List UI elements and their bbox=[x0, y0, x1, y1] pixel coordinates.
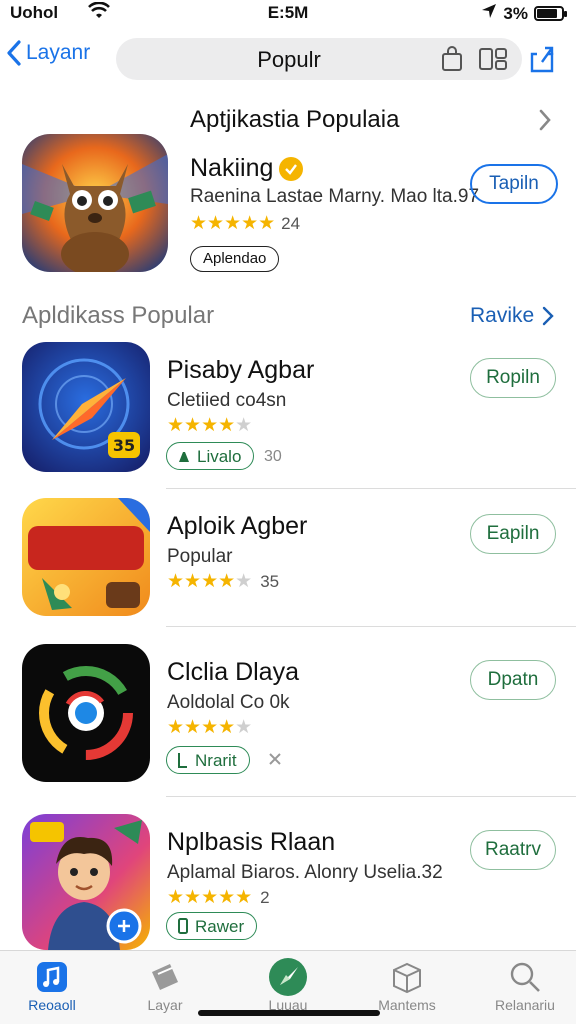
star-rating: ★★★★★ bbox=[190, 213, 276, 234]
featured-get-button[interactable]: Tapiln bbox=[470, 164, 558, 204]
grid-icon[interactable] bbox=[478, 46, 508, 77]
app-tag[interactable]: Rawer bbox=[166, 912, 258, 940]
app-rating: ★★★★★ bbox=[167, 414, 260, 437]
featured-app-subtitle: Raenina Lastae Marny. Mao lta.97 bbox=[190, 186, 480, 207]
app-name: Pisaby Agbar bbox=[167, 356, 315, 384]
chevron-left-icon bbox=[7, 40, 21, 66]
svg-text:35: 35 bbox=[113, 436, 135, 455]
list-item[interactable]: Nplbasis Rlaan Aplamal Biaros. Alonry Us… bbox=[0, 814, 576, 964]
tab-label: Mantems bbox=[378, 997, 436, 1013]
featured-app-name: Nakiing bbox=[190, 154, 274, 182]
sparkle-icon bbox=[268, 752, 282, 771]
back-label: Layanr bbox=[26, 41, 91, 64]
app-rating: ★★★★★ 2 bbox=[167, 886, 270, 909]
app-name: Aploik Agber bbox=[167, 512, 308, 540]
share-button[interactable] bbox=[528, 44, 556, 79]
search-bar[interactable]: Populr bbox=[116, 38, 522, 80]
app-subtitle: Popular bbox=[167, 546, 233, 567]
app-name: Clclia Dlaya bbox=[167, 658, 299, 686]
tablet-icon bbox=[178, 918, 188, 934]
compass-icon bbox=[269, 958, 307, 996]
app-icon[interactable] bbox=[22, 814, 150, 950]
featured-app-card[interactable]: Aptjikastia Populaia Nakiing Raenina Las… bbox=[0, 100, 576, 280]
rating-count: 2 bbox=[260, 887, 270, 907]
app-icon[interactable] bbox=[22, 644, 150, 782]
app-tag-label: Nrarit bbox=[195, 750, 237, 770]
home-indicator bbox=[198, 1010, 380, 1016]
bookmark-icon bbox=[178, 753, 187, 768]
app-subtitle: Cletiied co4sn bbox=[167, 390, 287, 411]
star-rating: ★★★★★ bbox=[167, 415, 253, 436]
get-button[interactable]: Dpatn bbox=[470, 660, 556, 700]
divider bbox=[166, 626, 576, 627]
featured-app-icon[interactable] bbox=[22, 134, 168, 272]
divider bbox=[166, 488, 576, 489]
featured-section-title: Aptjikastia Populaia bbox=[190, 106, 400, 133]
star-rating: ★★★★★ bbox=[167, 717, 253, 738]
divider bbox=[166, 796, 576, 797]
rating-count: 24 bbox=[281, 213, 301, 233]
share-icon bbox=[530, 46, 554, 73]
navigation-bar: Layanr Populr bbox=[0, 30, 576, 92]
tab-label: Layar bbox=[147, 997, 183, 1013]
app-subtitle: Aplamal Biaros. Alonry Uselia.32 bbox=[167, 862, 443, 883]
app-tag-label: Livalo bbox=[197, 446, 242, 466]
verified-badge-icon bbox=[279, 156, 304, 181]
person-icon bbox=[179, 452, 189, 462]
location-arrow-icon bbox=[481, 3, 497, 24]
featured-app-name-row: Nakiing bbox=[190, 154, 304, 183]
section-header: Apldikass Popular Ravike bbox=[0, 298, 576, 334]
chevron-right-icon[interactable] bbox=[538, 108, 552, 137]
battery-icon bbox=[534, 6, 567, 21]
list-item[interactable]: 35 Pisaby Agbar Cletiied co4sn ★★★★★ Liv… bbox=[0, 342, 576, 492]
app-rating: ★★★★★ bbox=[167, 716, 260, 739]
tab-search[interactable]: Relanariu bbox=[480, 957, 570, 1013]
list-item[interactable]: Clclia Dlaya Aoldolal Co 0k ★★★★★ Nrarit… bbox=[0, 644, 576, 794]
tab-explore[interactable]: Luuau bbox=[243, 957, 333, 1013]
see-all-link[interactable]: Ravike bbox=[470, 304, 554, 328]
app-name: Nplbasis Rlaan bbox=[167, 828, 336, 856]
tab-label: Reoaoll bbox=[28, 997, 76, 1013]
app-rating: ★★★★★ 35 bbox=[167, 570, 279, 593]
star-rating: ★★★★★ bbox=[167, 887, 253, 908]
tab-music[interactable]: Reoaoll bbox=[7, 957, 97, 1013]
star-rating: ★★★★★ bbox=[167, 571, 253, 592]
music-icon bbox=[37, 962, 67, 992]
tab-label: Relanariu bbox=[495, 997, 555, 1013]
bag-icon[interactable] bbox=[440, 46, 464, 77]
box-icon bbox=[393, 962, 421, 994]
rating-count: 35 bbox=[260, 571, 280, 591]
app-subtitle: Aoldolal Co 0k bbox=[167, 692, 290, 713]
games-icon bbox=[152, 964, 178, 990]
app-tag[interactable]: Nrarit bbox=[166, 746, 250, 774]
page-title: Populr bbox=[257, 47, 321, 72]
featured-app-tag[interactable]: Aplendao bbox=[190, 246, 280, 272]
tag-extra: 30 bbox=[264, 448, 282, 465]
featured-app-rating: ★★★★★ 24 bbox=[190, 212, 300, 235]
get-button[interactable]: Raatrv bbox=[470, 830, 556, 870]
search-icon bbox=[510, 962, 540, 992]
tab-apps[interactable]: Mantems bbox=[362, 957, 452, 1013]
tab-games[interactable]: Layar bbox=[120, 957, 210, 1013]
app-tag[interactable]: Livalo bbox=[166, 442, 255, 470]
chevron-right-icon bbox=[543, 306, 554, 326]
app-tag-label: Rawer bbox=[195, 916, 245, 936]
section-title: Apldikass Popular bbox=[22, 302, 215, 329]
app-icon[interactable]: 35 bbox=[22, 342, 150, 472]
see-all-label: Ravike bbox=[470, 304, 535, 327]
get-button[interactable]: Eapiln bbox=[470, 514, 556, 554]
status-bar: Uohol E:5M 3% bbox=[0, 0, 576, 26]
app-icon[interactable] bbox=[22, 498, 150, 616]
battery-percent: 3% bbox=[503, 3, 528, 23]
back-button[interactable]: Layanr bbox=[6, 40, 90, 66]
get-button[interactable]: Ropiln bbox=[470, 358, 556, 398]
